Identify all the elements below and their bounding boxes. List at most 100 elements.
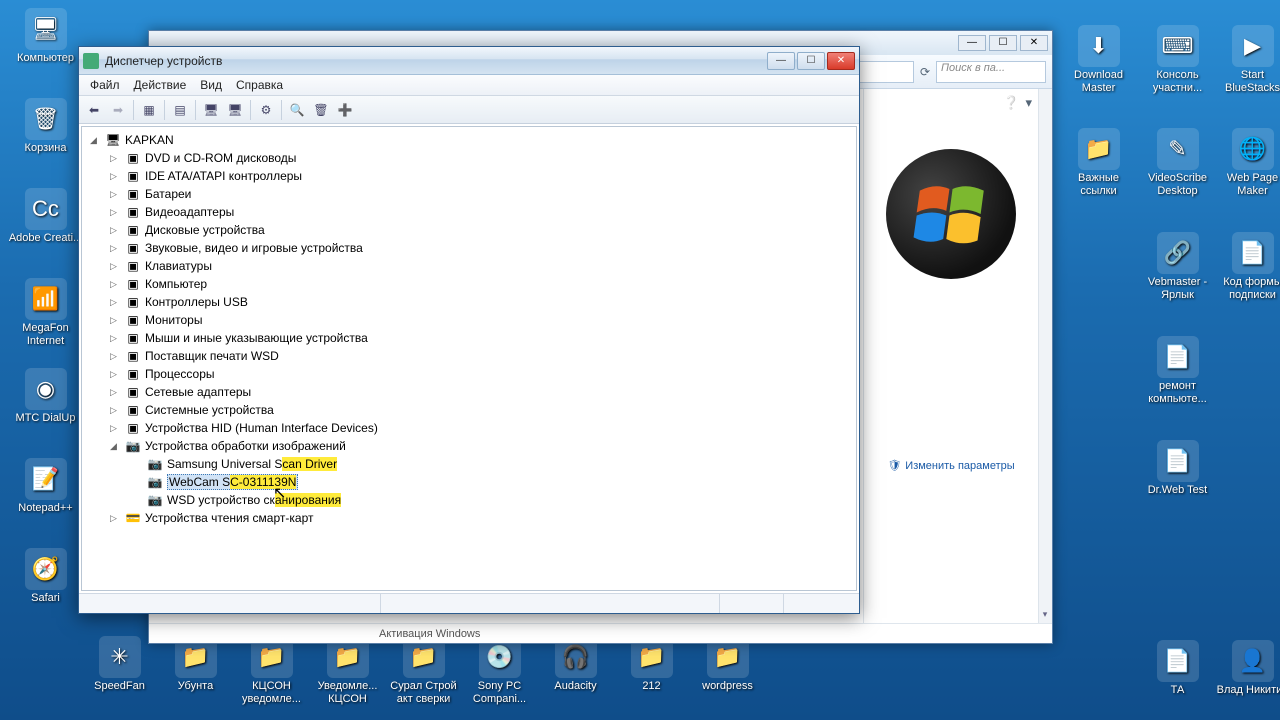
tree-root[interactable]: ◢🖥KAPKAN <box>82 131 856 149</box>
refresh-icon[interactable]: ⟳ <box>920 65 930 79</box>
desktop-icon[interactable]: 🎧Audacity <box>538 636 613 693</box>
desktop-icon[interactable]: ◉МТС DialUp <box>8 368 83 425</box>
desktop-icon[interactable]: 📄Код формы подписки <box>1215 232 1280 301</box>
desktop-icon[interactable]: 📁Важные ссылки <box>1061 128 1136 197</box>
device-category[interactable]: ▷▣Видеоадаптеры <box>82 203 856 221</box>
device-category[interactable]: ◢📷Устройства обработки изображений <box>82 437 856 455</box>
menu-item[interactable]: Действие <box>127 76 194 94</box>
desktop-icon[interactable]: 📁КЦСОН уведомле... <box>234 636 309 705</box>
update-driver-icon[interactable]: ⚙ <box>255 99 277 121</box>
expander-icon[interactable]: ▷ <box>108 405 119 416</box>
menu-item[interactable]: Вид <box>193 76 229 94</box>
expander-icon[interactable]: ▷ <box>108 297 119 308</box>
maximize-button[interactable]: ☐ <box>797 52 825 70</box>
desktop-icon[interactable]: 📁wordpress <box>690 636 765 693</box>
device-tree[interactable]: ◢🖥KAPKAN▷▣DVD и CD-ROM дисководы▷▣IDE AT… <box>81 126 857 591</box>
search-input[interactable]: Поиск в па... <box>936 61 1046 83</box>
desktop-icon[interactable]: 📁Сурал Строй акт сверки <box>386 636 461 705</box>
expander-icon[interactable]: ◢ <box>88 135 99 146</box>
device-category[interactable]: ▷▣Компьютер <box>82 275 856 293</box>
desktop-icon[interactable]: 📝Notepad++ <box>8 458 83 515</box>
minimize-button[interactable]: — <box>767 52 795 70</box>
device-category[interactable]: ▷▣Контроллеры USB <box>82 293 856 311</box>
desktop-icon[interactable]: 🗑Корзина <box>8 98 83 155</box>
desktop-icon[interactable]: 🔗Vebmaster - Ярлык <box>1140 232 1215 301</box>
expander-icon[interactable]: ▷ <box>108 279 119 290</box>
expander-icon[interactable]: ▷ <box>108 351 119 362</box>
device-category[interactable]: ▷▣Батареи <box>82 185 856 203</box>
desktop-icon[interactable]: CcAdobe Creati... <box>8 188 83 245</box>
expander-icon[interactable]: ▷ <box>108 225 119 236</box>
desktop-icon[interactable]: 📄ремонт компьюте... <box>1140 336 1215 405</box>
desktop-icon[interactable]: 👤Влад Никитин <box>1215 640 1280 697</box>
device-category[interactable]: ▷▣Сетевые адаптеры <box>82 383 856 401</box>
device-category[interactable]: ▷▣Мониторы <box>82 311 856 329</box>
device-category[interactable]: ▷💳Устройства чтения смарт-карт <box>82 509 856 527</box>
expander-icon[interactable] <box>130 477 141 488</box>
properties-icon[interactable]: ▤ <box>169 99 191 121</box>
device-icon: 📷 <box>147 474 163 490</box>
expander-icon[interactable]: ▷ <box>108 243 119 254</box>
explorer-close-button[interactable]: ✕ <box>1020 35 1048 51</box>
help-icon[interactable]: ❔ <box>1003 95 1019 111</box>
uninstall-icon[interactable]: 🗑 <box>310 99 332 121</box>
menu-item[interactable]: Файл <box>83 76 127 94</box>
expander-icon[interactable]: ▷ <box>108 153 119 164</box>
expander-icon[interactable]: ▷ <box>108 261 119 272</box>
menu-item[interactable]: Справка <box>229 76 290 94</box>
expander-icon[interactable]: ▷ <box>108 423 119 434</box>
desktop-icon[interactable]: 🖥Компьютер <box>8 8 83 65</box>
expander-icon[interactable]: ▷ <box>108 207 119 218</box>
device-category[interactable]: ▷▣DVD и CD-ROM дисководы <box>82 149 856 167</box>
desktop-icon[interactable]: ✎VideoScribe Desktop <box>1140 128 1215 197</box>
expander-icon[interactable] <box>130 459 141 470</box>
scan-hardware-icon[interactable]: 🔍 <box>286 99 308 121</box>
desktop-icon[interactable]: 📁Уведомле... КЦСОН <box>310 636 385 705</box>
expander-icon[interactable]: ▷ <box>108 171 119 182</box>
desktop-icon[interactable]: 📄Dr.Web Test <box>1140 440 1215 497</box>
close-button[interactable]: ✕ <box>827 52 855 70</box>
device-category[interactable]: ▷▣Поставщик печати WSD <box>82 347 856 365</box>
desktop-icon[interactable]: ▶Start BlueStacks <box>1215 25 1280 94</box>
scrollbar[interactable]: ▾ <box>1038 89 1052 623</box>
expander-icon[interactable]: ▷ <box>108 189 119 200</box>
expander-icon[interactable]: ◢ <box>108 441 119 452</box>
device-item[interactable]: 📷Samsung Universal Scan Driver <box>82 455 856 473</box>
monitor-icon[interactable]: 🖥 <box>200 99 222 121</box>
change-params-link[interactable]: 🛡 Изменить параметры <box>887 459 1014 472</box>
device-item[interactable]: 📷WSD устройство сканирования <box>82 491 856 509</box>
nav-back-icon[interactable]: ⬅ <box>83 99 105 121</box>
expander-icon[interactable]: ▷ <box>108 513 119 524</box>
monitors-icon[interactable]: 🖥 <box>224 99 246 121</box>
explorer-minimize-button[interactable]: — <box>958 35 986 51</box>
device-category[interactable]: ▷▣Клавиатуры <box>82 257 856 275</box>
expander-icon[interactable] <box>130 495 141 506</box>
device-category[interactable]: ▷▣Дисковые устройства <box>82 221 856 239</box>
device-category[interactable]: ▷▣Системные устройства <box>82 401 856 419</box>
desktop-icon[interactable]: ⌨Консоль участни... <box>1140 25 1215 94</box>
desktop-icon[interactable]: 📶MegaFon Internet <box>8 278 83 347</box>
devmgr-app-icon <box>83 53 99 69</box>
device-category[interactable]: ▷▣IDE ATA/ATAPI контроллеры <box>82 167 856 185</box>
device-category[interactable]: ▷▣Мыши и иные указывающие устройства <box>82 329 856 347</box>
show-hide-tree-icon[interactable]: ▦ <box>138 99 160 121</box>
desktop-icon[interactable]: 🧭Safari <box>8 548 83 605</box>
device-category[interactable]: ▷▣Звуковые, видео и игровые устройства <box>82 239 856 257</box>
desktop-icon[interactable]: 🌐Web Page Maker <box>1215 128 1280 197</box>
desktop-icon[interactable]: 📄ТА <box>1140 640 1215 697</box>
expander-icon[interactable]: ▷ <box>108 333 119 344</box>
device-category[interactable]: ▷▣Процессоры <box>82 365 856 383</box>
expander-icon[interactable]: ▷ <box>108 369 119 380</box>
explorer-maximize-button[interactable]: ☐ <box>989 35 1017 51</box>
desktop-icon[interactable]: 📁Убунта <box>158 636 233 693</box>
desktop-icon[interactable]: ⬇Download Master <box>1061 25 1136 94</box>
desktop-icon[interactable]: ✳SpeedFan <box>82 636 157 693</box>
expander-icon[interactable]: ▷ <box>108 387 119 398</box>
desktop-icon[interactable]: 💿Sony PC Compani... <box>462 636 537 705</box>
expander-icon[interactable]: ▷ <box>108 315 119 326</box>
device-category[interactable]: ▷▣Устройства HID (Human Interface Device… <box>82 419 856 437</box>
desktop-icon[interactable]: 📁212 <box>614 636 689 693</box>
chevron-down-icon[interactable]: ▾ <box>1025 95 1032 111</box>
add-legacy-icon[interactable]: ➕ <box>334 99 356 121</box>
device-item[interactable]: 📷WebCam SC-0311139N <box>82 473 856 491</box>
